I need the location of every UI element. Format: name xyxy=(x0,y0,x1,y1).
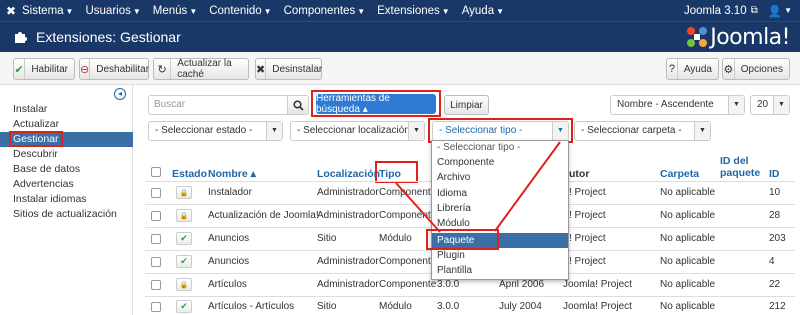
annotation-line xyxy=(494,141,561,232)
annotation-lines xyxy=(395,141,561,233)
annotation-line xyxy=(395,182,441,233)
